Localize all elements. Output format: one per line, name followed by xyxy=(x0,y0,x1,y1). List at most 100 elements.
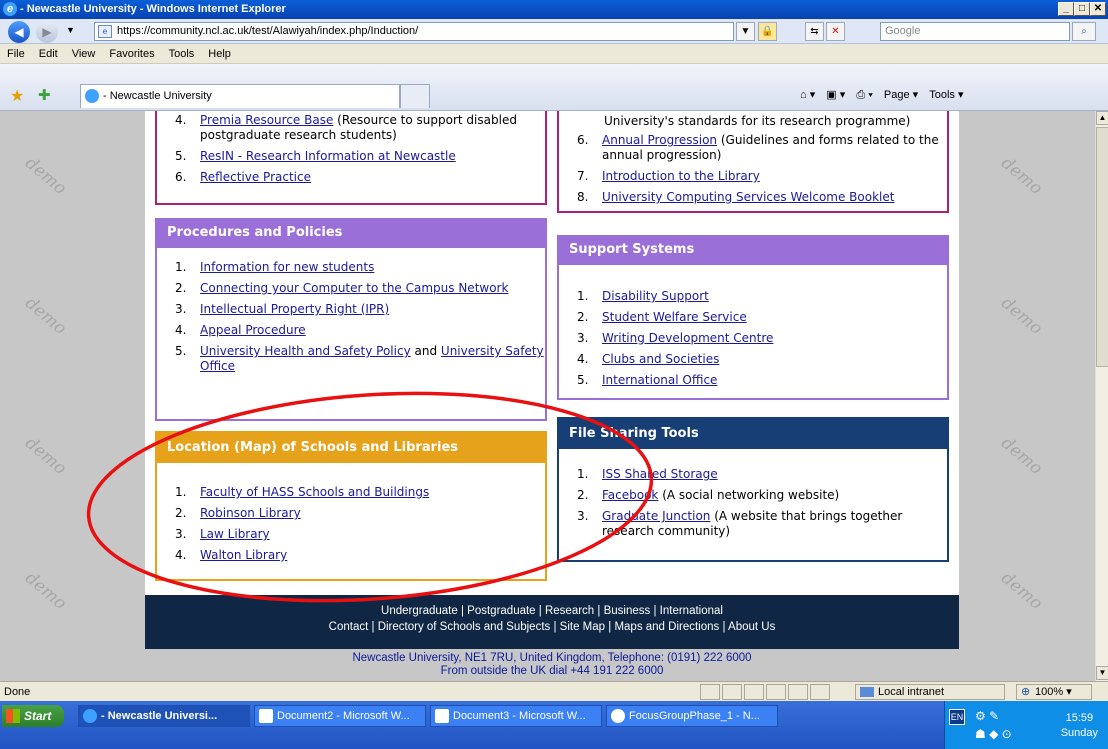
menu-help[interactable]: Help xyxy=(201,44,238,64)
iss-storage-link[interactable]: ISS Shared Storage xyxy=(602,467,718,481)
robinson-library-link[interactable]: Robinson Library xyxy=(200,506,301,520)
clock[interactable]: 15:59 Sunday xyxy=(1061,711,1098,741)
lock-icon[interactable]: 🔒 xyxy=(758,22,777,41)
student-welfare-link[interactable]: Student Welfare Service xyxy=(602,310,747,324)
annual-progression-link[interactable]: Annual Progression xyxy=(602,133,717,147)
item-number: 3. xyxy=(175,302,187,316)
list-item: 4. Appeal Procedure xyxy=(175,323,545,338)
scroll-up-icon[interactable]: ▲ xyxy=(1096,111,1108,125)
task-ie[interactable]: - Newcastle Universi... xyxy=(78,705,250,727)
list-item: 1. Disability Support xyxy=(577,289,947,304)
menu-edit[interactable]: Edit xyxy=(32,44,65,64)
network-icon[interactable]: ⚙ ✎ xyxy=(975,709,999,723)
list-item: 3. Intellectual Property Right (IPR) xyxy=(175,302,545,317)
item-number: 4. xyxy=(577,352,589,366)
add-favorite-icon[interactable]: ✚ xyxy=(38,86,51,104)
facebook-link[interactable]: Facebook xyxy=(602,488,658,502)
item-number: 2. xyxy=(175,506,187,520)
footer-link-contact[interactable]: Contact xyxy=(329,621,369,633)
feeds-icon[interactable]: ▣ ▾ xyxy=(826,84,845,106)
footer-link-undergraduate[interactable]: Undergraduate xyxy=(381,605,458,617)
task-document3[interactable]: Document3 - Microsoft W... xyxy=(430,705,602,727)
list-item: 5. International Office xyxy=(577,373,947,388)
support-title: Support Systems xyxy=(559,237,947,265)
resin-link[interactable]: ResIN - Research Information at Newcastl… xyxy=(200,149,456,163)
appeal-link[interactable]: Appeal Procedure xyxy=(200,323,306,337)
footer-link-business[interactable]: Business xyxy=(604,605,651,617)
new-tab-button[interactable] xyxy=(400,84,430,108)
url-field[interactable]: e https://community.ncl.ac.uk/test/Alawi… xyxy=(94,22,734,41)
premia-link[interactable]: Premia Resource Base xyxy=(200,113,333,127)
footer-link-maps[interactable]: Maps and Directions xyxy=(614,621,719,633)
footer-link-sitemap[interactable]: Site Map xyxy=(560,621,605,633)
law-library-link[interactable]: Law Library xyxy=(200,527,270,541)
footer-link-postgraduate[interactable]: Postgraduate xyxy=(467,605,535,617)
maximize-button[interactable]: □ xyxy=(1074,2,1090,16)
item-desc: (A social networking website) xyxy=(658,488,840,502)
close-button[interactable]: ✕ xyxy=(1090,2,1106,16)
menu-view[interactable]: View xyxy=(65,44,103,64)
list-item: 8. University Computing Services Welcome … xyxy=(577,190,947,205)
menu-tools[interactable]: Tools xyxy=(162,44,202,64)
refresh-icon[interactable]: ⇆ xyxy=(805,22,824,41)
vertical-scrollbar[interactable]: ▲ ▼ xyxy=(1095,111,1108,681)
favorites-star-icon[interactable]: ★ xyxy=(10,86,24,106)
scroll-down-icon[interactable]: ▼ xyxy=(1096,666,1108,680)
tab-newcastle[interactable]: - Newcastle University xyxy=(80,84,400,108)
graduate-junction-link[interactable]: Graduate Junction xyxy=(602,509,710,523)
international-office-link[interactable]: International Office xyxy=(602,373,717,387)
library-intro-link[interactable]: Introduction to the Library xyxy=(602,169,760,183)
guides-list: 6. Annual Progression (Guidelines and for… xyxy=(559,129,947,205)
procedures-title: Procedures and Policies xyxy=(157,220,545,248)
health-safety-link[interactable]: University Health and Safety Policy xyxy=(200,344,411,358)
print-icon[interactable]: ⎙ ▾ xyxy=(856,84,872,106)
task-focusgroup[interactable]: FocusGroupPhase_1 - N... xyxy=(606,705,778,727)
stop-icon[interactable]: ✕ xyxy=(826,22,845,41)
hass-link[interactable]: Faculty of HASS Schools and Buildings xyxy=(200,485,429,499)
clock-day: Sunday xyxy=(1060,727,1098,739)
item-number: 3. xyxy=(577,509,589,523)
clubs-link[interactable]: Clubs and Societies xyxy=(602,352,719,366)
menu-favorites[interactable]: Favorites xyxy=(102,44,161,64)
system-tray: EN ⚙ ✎ ☗ ◆ ⊙ 15:59 Sunday xyxy=(944,701,1108,749)
scroll-thumb[interactable] xyxy=(1096,127,1108,367)
search-input[interactable]: Google xyxy=(880,22,1070,41)
item-number: 5. xyxy=(175,149,187,163)
history-dropdown-icon[interactable]: ▼ xyxy=(66,25,75,35)
footer-link-directory[interactable]: Directory of Schools and Subjects xyxy=(378,621,551,633)
url-dropdown-icon[interactable]: ▼ xyxy=(736,22,755,41)
campus-network-link[interactable]: Connecting your Computer to the Campus N… xyxy=(200,281,508,295)
footer-link-international[interactable]: International xyxy=(660,605,723,617)
computing-booklet-link[interactable]: University Computing Services Welcome Bo… xyxy=(602,190,894,204)
postal-address: Newcastle University, NE1 7RU, United Ki… xyxy=(145,649,959,681)
security-icon[interactable]: ☗ ◆ ⊙ xyxy=(975,727,1012,741)
page-menu[interactable]: Page ▾ xyxy=(884,84,918,106)
zoom-control[interactable]: ⊕ 100% ▾ xyxy=(1016,684,1092,700)
file-sharing-title: File Sharing Tools xyxy=(559,419,947,449)
home-icon[interactable]: ⌂ ▾ xyxy=(800,84,815,106)
walton-library-link[interactable]: Walton Library xyxy=(200,548,287,562)
list-item: 3. Writing Development Centre xyxy=(577,331,947,346)
list-item: 6. Annual Progression (Guidelines and for… xyxy=(577,133,947,163)
back-button[interactable]: ◀ xyxy=(8,21,30,43)
ipr-link[interactable]: Intellectual Property Right (IPR) xyxy=(200,302,389,316)
footer-link-research[interactable]: Research xyxy=(545,605,594,617)
writing-centre-link[interactable]: Writing Development Centre xyxy=(602,331,773,345)
task-label: Document2 - Microsoft W... xyxy=(277,710,410,722)
item-number: 1. xyxy=(175,260,187,274)
item-number: 6. xyxy=(577,133,589,147)
language-indicator[interactable]: EN xyxy=(949,709,965,725)
task-document2[interactable]: Document2 - Microsoft W... xyxy=(254,705,426,727)
tools-menu[interactable]: Tools ▾ xyxy=(929,84,963,106)
menu-file[interactable]: File xyxy=(0,44,32,64)
footer-link-about[interactable]: About Us xyxy=(728,621,775,633)
forward-button[interactable]: ▶ xyxy=(36,21,58,43)
search-icon[interactable]: ⌕ xyxy=(1072,22,1096,41)
new-students-link[interactable]: Information for new students xyxy=(200,260,374,274)
reflective-practice-link[interactable]: Reflective Practice xyxy=(200,170,311,184)
disability-support-link[interactable]: Disability Support xyxy=(602,289,709,303)
start-button[interactable]: Start xyxy=(2,705,64,727)
minimize-button[interactable]: _ xyxy=(1058,2,1074,16)
location-title: Location (Map) of Schools and Libraries xyxy=(157,433,545,463)
status-pane xyxy=(722,684,742,700)
